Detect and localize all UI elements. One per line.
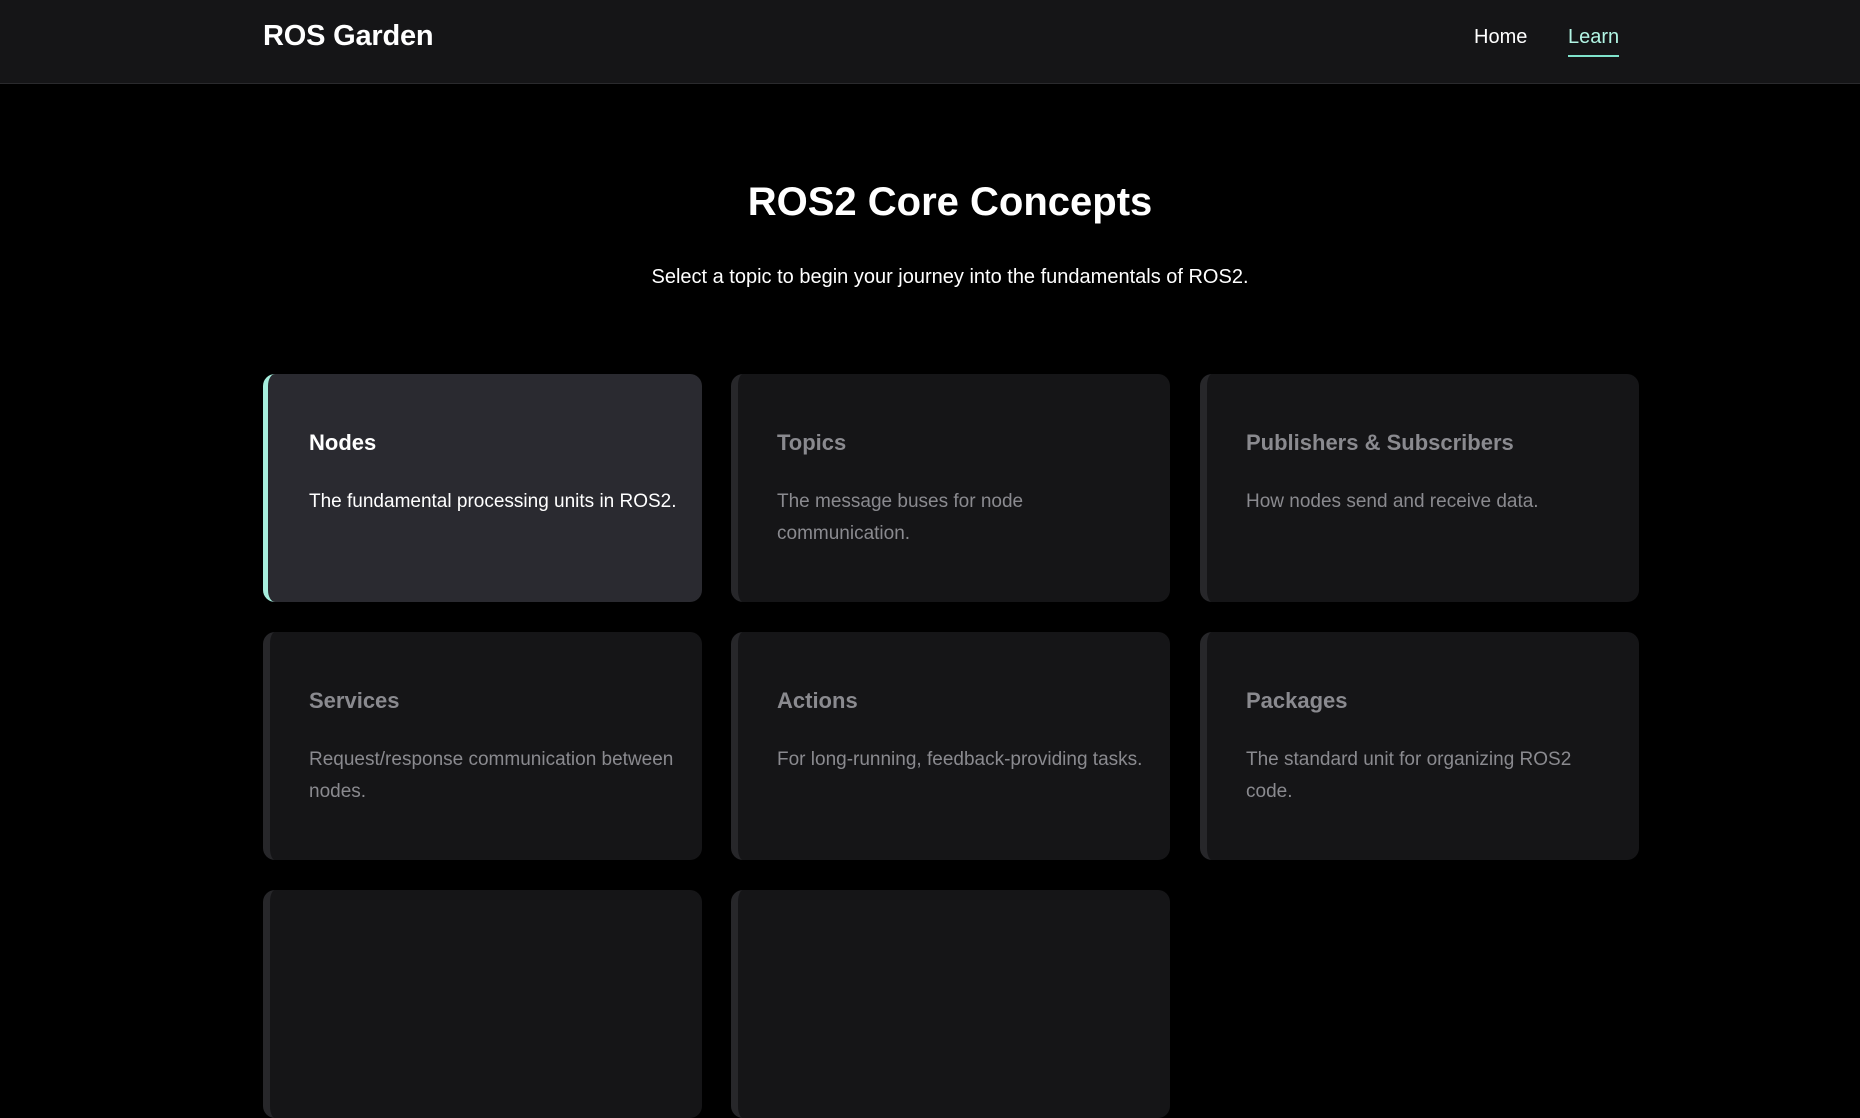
card-title: Actions [777,688,858,713]
topic-card-actions[interactable]: Actions For long-running, feedback-provi… [731,632,1170,860]
nav-link-learn[interactable]: Learn [1568,26,1620,57]
main-nav: Home Learn [0,26,1860,66]
card-title: Packages [1246,688,1348,713]
card-title: Topics [777,430,847,455]
nav-link-home[interactable]: Home [1474,26,1527,55]
card-description: How nodes send and receive data. [1246,491,1539,512]
card-description: Request/response communication between n… [309,749,674,802]
top-navbar: ROS Garden Home Learn [0,0,1860,84]
topic-card-topics[interactable]: Topics The message buses for node commun… [731,374,1170,602]
topic-card-nodes[interactable]: Nodes The fundamental processing units i… [263,374,702,602]
card-description: The standard unit for organizing ROS2 co… [1246,749,1572,802]
topic-card-partial[interactable] [263,890,702,1118]
topic-card-publishers-subscribers[interactable]: Publishers & Subscribers How nodes send … [1200,374,1639,602]
page-subtitle: Select a topic to begin your journey int… [651,266,1249,288]
topic-card-packages[interactable]: Packages The standard unit for organizin… [1200,632,1639,860]
topic-card-services[interactable]: Services Request/response communication … [263,632,702,860]
card-title: Nodes [309,430,377,455]
card-title: Publishers & Subscribers [1246,430,1514,455]
topic-card-partial[interactable] [731,890,1170,1118]
card-description: The message buses for node communication… [777,491,1024,544]
page-title: ROS2 Core Concepts [747,180,1153,224]
card-description: For long-running, feedback-providing tas… [777,749,1143,770]
card-description: The fundamental processing units in ROS2… [309,491,677,512]
card-title: Services [309,688,400,713]
